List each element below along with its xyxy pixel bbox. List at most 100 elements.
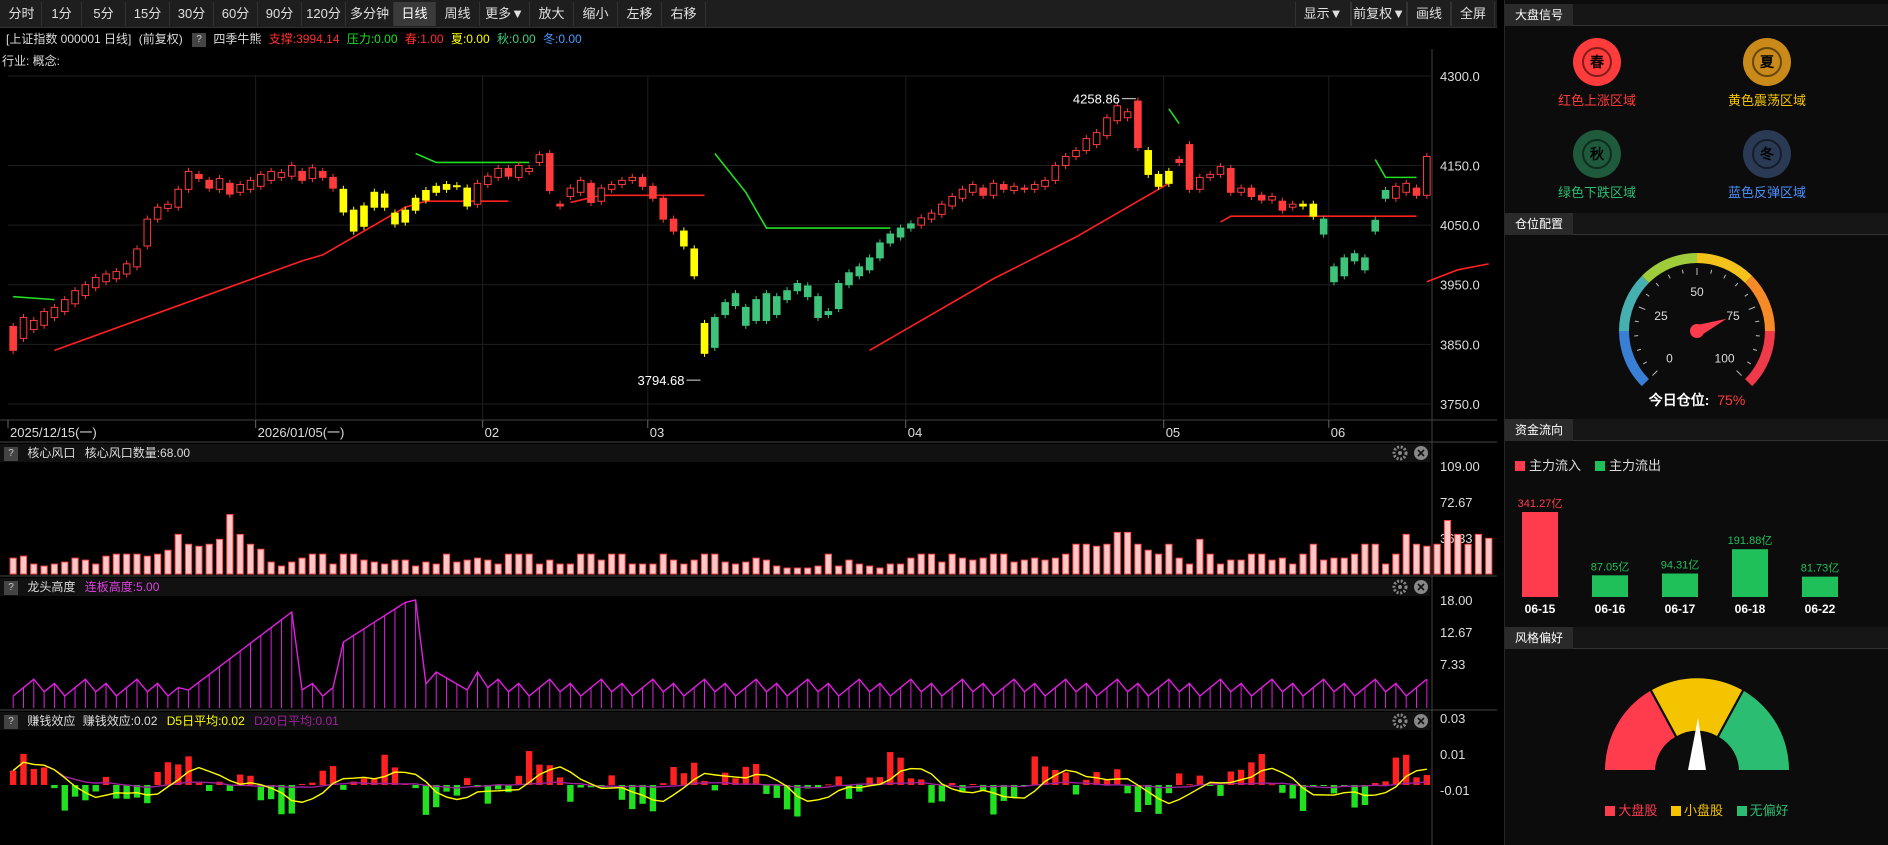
money-effect-bar (1289, 785, 1296, 799)
money-effect-bar (1052, 769, 1059, 785)
hot-count-bar (401, 559, 409, 575)
hot-count-bar (535, 563, 544, 575)
hot-count-bar (370, 561, 378, 575)
candle-body (257, 173, 265, 187)
help-icon[interactable]: ? (4, 446, 18, 461)
money-effect-bar (742, 766, 749, 785)
hot-count-bar (958, 557, 967, 575)
hot-count-bar (1412, 543, 1421, 575)
hot-count-bar (164, 549, 172, 575)
hot-count-bar (422, 561, 430, 575)
money-effect-bar (1114, 769, 1121, 785)
candle-body (772, 296, 781, 316)
signal-autumn: 秋绿色下跌区域 (1512, 130, 1682, 201)
period-5min-button[interactable]: 5分 (82, 2, 126, 26)
period-120min-button[interactable]: 120分 (302, 2, 346, 26)
money-effect-bar (1268, 784, 1276, 786)
period-30min-button[interactable]: 30分 (170, 2, 214, 26)
tab-money-flow[interactable]: 资金流向 (1505, 419, 1574, 441)
fullscreen-button[interactable]: 全屏 (1451, 2, 1495, 26)
money-effect-bar (257, 785, 265, 801)
money-effect-bar (309, 782, 316, 785)
flow-date-label: 06-22 (1805, 602, 1836, 616)
display-menu-button[interactable]: 显示▼ (1295, 2, 1351, 26)
tab-position[interactable]: 仓位配置 (1505, 213, 1574, 235)
period-daily-button[interactable]: 日线 (394, 2, 436, 26)
candle-body (432, 185, 441, 193)
period-intraday-button[interactable]: 分时 (2, 2, 42, 26)
zoom-in-button[interactable]: 放大 (530, 2, 574, 26)
hot-count-bar (669, 559, 678, 575)
draw-line-button[interactable]: 画线 (1407, 2, 1451, 26)
date-tick-label: 2025/12/15(一) (10, 425, 97, 440)
hot-count-bar (1031, 557, 1039, 575)
money-effect-bar (82, 785, 89, 801)
money-effect-bar (701, 781, 708, 785)
flow-bar (1522, 512, 1558, 597)
signal-winter: 冬蓝色反弹区域 (1682, 130, 1852, 201)
gauge-arc-segment (1619, 275, 1650, 332)
move-left-button[interactable]: 左移 (618, 2, 662, 26)
gauge-tick (1655, 282, 1660, 287)
candle-body (721, 302, 729, 316)
help-icon[interactable]: ? (192, 32, 207, 47)
hot-count-bar (969, 559, 977, 575)
candle-body (680, 230, 688, 247)
candle-body (391, 212, 399, 225)
candle-body (1041, 179, 1049, 187)
panel1-tick-label: 36.33 (1440, 531, 1473, 546)
money-effect-bar (381, 754, 388, 785)
candle-body (1350, 253, 1359, 262)
candle-body (659, 197, 668, 220)
hot-count-bar (226, 514, 234, 575)
more-menu-button[interactable]: 更多▼ (480, 2, 530, 26)
gauge-arc-segment (1744, 275, 1775, 332)
period-weekly-button[interactable]: 周线 (436, 2, 480, 26)
hot-count-bar (742, 561, 750, 575)
money-effect-bar (1330, 785, 1338, 794)
period-15min-button[interactable]: 15分 (126, 2, 170, 26)
candle-body (1319, 218, 1328, 235)
leader-height-line (12, 599, 1428, 697)
period-60min-button[interactable]: 60分 (214, 2, 258, 26)
candle-body (494, 167, 502, 178)
candle-body (473, 182, 482, 205)
money-effect-bar (92, 785, 99, 792)
move-right-button[interactable]: 右移 (662, 2, 706, 26)
hot-count-bar (1392, 553, 1400, 575)
period-90min-button[interactable]: 90分 (258, 2, 302, 26)
hot-count-bar (773, 565, 781, 575)
period-multi-button[interactable]: 多分钟 (346, 2, 394, 26)
legend-outflow: 主力流出 (1595, 455, 1661, 474)
hot-count-bar (154, 553, 162, 575)
candle-body (917, 217, 926, 226)
zoom-out-button[interactable]: 缩小 (574, 2, 618, 26)
hot-count-bar (577, 553, 585, 575)
help-icon[interactable]: ? (4, 714, 18, 729)
hot-count-bar (102, 555, 110, 575)
candle-body (504, 167, 513, 177)
hot-count-bar (267, 561, 275, 575)
candle-body (1154, 173, 1163, 187)
flow-bar (1802, 576, 1838, 597)
candle-body (731, 293, 740, 307)
hot-count-bar (1320, 559, 1328, 575)
money-effect-bar (825, 784, 832, 786)
date-tick-label: 02 (485, 425, 499, 440)
adjust-menu-button[interactable]: 前复权▼ (1351, 2, 1407, 26)
money-flow-chart: 341.27亿 06-15 87.05亿 06-16 94.31亿 06-17 191.88… (1518, 497, 1840, 616)
tab-market-signal[interactable]: 大盘信号 (1505, 4, 1574, 26)
hot-count-bar (896, 563, 905, 575)
legend-inflow-label: 主力流入 (1529, 458, 1582, 473)
money-effect-bar (206, 785, 213, 792)
candle-body (1175, 158, 1183, 163)
period-1min-button[interactable]: 1分 (42, 2, 82, 26)
help-icon[interactable]: ? (4, 580, 18, 595)
gauge-tick (1645, 293, 1650, 297)
money-effect-bar (1010, 785, 1018, 798)
tab-style-preference[interactable]: 风格偏好 (1505, 627, 1574, 649)
pressure-line (1374, 159, 1417, 179)
hot-count-bar (9, 557, 17, 575)
money-effect-bar (1124, 785, 1131, 794)
gauge-tick (1723, 274, 1727, 279)
